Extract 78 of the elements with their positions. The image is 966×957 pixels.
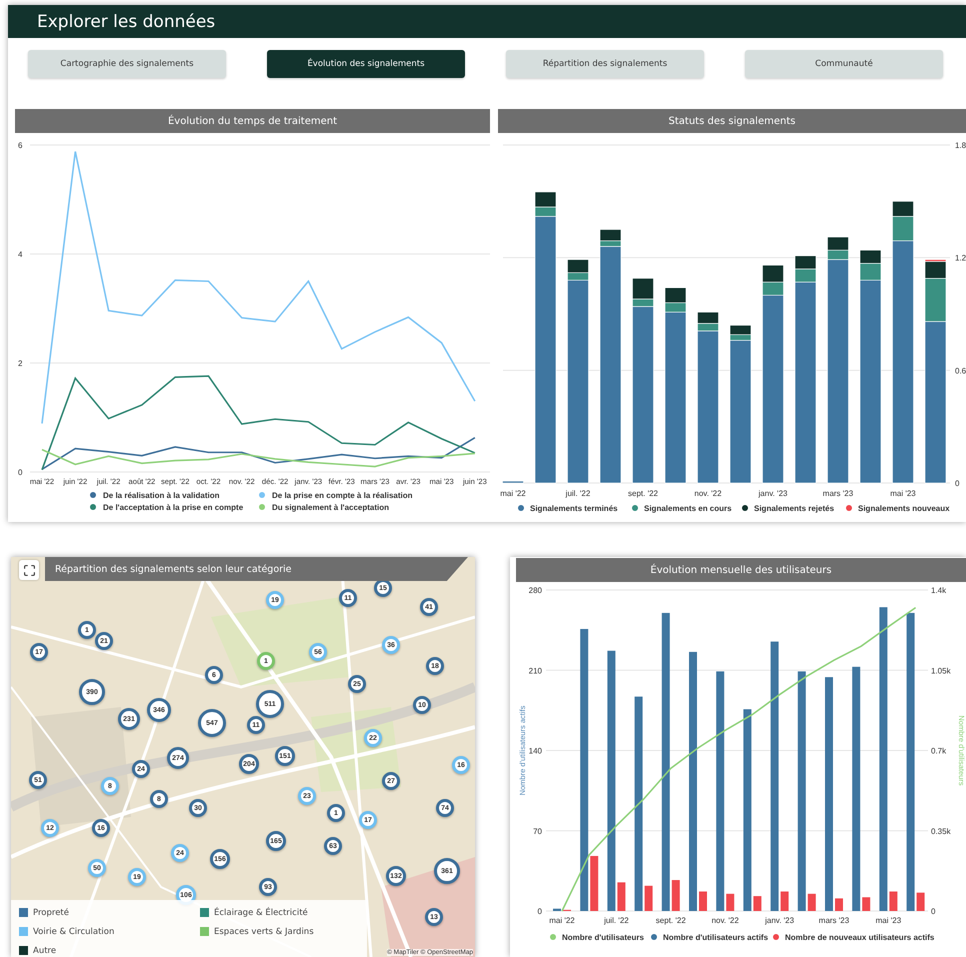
fullscreen-icon	[22, 564, 36, 576]
axis-label: mars '23	[822, 489, 854, 498]
bar	[889, 892, 898, 911]
axis-label: 4	[18, 250, 22, 259]
axis-label: 280	[528, 586, 542, 595]
legend-item[interactable]: Nombre d'utilisateurs	[550, 933, 644, 942]
legend-item[interactable]: De l'acceptation à la prise en compte	[90, 503, 244, 512]
legend-label: Espaces verts & Jardins	[214, 926, 314, 936]
bar-segment	[762, 264, 784, 282]
legend-label: Éclairage & Électricité	[214, 908, 308, 918]
tab[interactable]: Communauté	[745, 50, 943, 78]
axis-label: 0.35k	[931, 826, 951, 836]
bar-segment	[860, 250, 882, 264]
legend-item[interactable]: Nombre d'utilisateurs actifs	[651, 933, 768, 942]
axis-label: sept. '22	[628, 489, 658, 498]
page-title: Explorer les données	[8, 5, 966, 38]
bar	[862, 897, 870, 911]
axis-label: mai '23	[890, 489, 916, 498]
bar-segment	[502, 480, 524, 484]
axis-label: mai '23	[876, 916, 902, 925]
axis-label: 0	[955, 479, 960, 488]
axis-label: juil. '22	[604, 916, 629, 925]
axis-label: 70	[533, 826, 542, 836]
legend-item[interactable]: Signalements en cours	[632, 504, 732, 513]
axis-label: janv. '23	[758, 489, 788, 498]
legend-item[interactable]: Du signalement à l'acceptation	[259, 503, 390, 512]
bar	[617, 882, 626, 911]
axis-label: 140	[528, 746, 542, 756]
axis-label: 0	[931, 907, 936, 916]
legend-item[interactable]: Signalements rejetés	[742, 504, 834, 513]
axis-label: 1.8	[955, 141, 966, 150]
fullscreen-button[interactable]	[19, 560, 39, 580]
bar	[726, 894, 734, 911]
bar	[808, 894, 816, 911]
axis-label: 1.2	[955, 254, 966, 263]
tab[interactable]: Répartition des signalements	[506, 50, 704, 78]
axis-label: 210	[528, 666, 542, 676]
bar	[753, 896, 762, 911]
axis-label: 1.4k	[931, 586, 946, 595]
bar-segment	[794, 255, 816, 270]
bar	[835, 898, 843, 911]
axis-label: 0	[538, 907, 542, 916]
bar	[644, 886, 653, 911]
legend-label: Propreté	[33, 908, 69, 918]
legend-item[interactable]: De la réalisation à la validation	[90, 491, 220, 500]
axis-label: 6	[18, 141, 22, 150]
bar	[699, 892, 707, 911]
axis-label: 2	[18, 359, 22, 368]
tab[interactable]: Cartographie des signalements	[28, 50, 226, 78]
bar	[916, 892, 925, 911]
axis-label: mars '23	[818, 916, 850, 925]
chart-title: Statuts des signalements	[498, 109, 966, 133]
axis-label: 1.05k	[931, 666, 951, 676]
legend-item[interactable]: Nombre de nouveaux utilisateurs actifs	[773, 933, 934, 942]
bar	[590, 856, 598, 911]
legend-item[interactable]: De la prise en compte à la réalisation	[259, 491, 412, 500]
map-title: Répartition des signalements selon leur catégorie	[45, 557, 468, 581]
axis-label: janv. '23	[765, 916, 794, 925]
chart-title: Évolution du temps de traitement	[15, 109, 490, 133]
axis-label: 0.6	[955, 366, 966, 376]
axis-label: 0	[18, 468, 22, 477]
axis-label: sept. '22	[656, 916, 686, 925]
legend-label: Autre	[33, 946, 56, 956]
legend-item[interactable]: Signalements terminés	[518, 504, 618, 513]
bar-segment	[827, 236, 849, 250]
axis-label: nov. '22	[712, 916, 739, 925]
axis-label: mai '22	[549, 916, 575, 925]
bar	[780, 892, 789, 911]
bar	[672, 880, 680, 911]
tab[interactable]: Évolution des signalements	[267, 50, 465, 78]
legend-label: Voirie & Circulation	[33, 926, 114, 936]
axis-label: mai '22	[500, 489, 526, 498]
bar	[553, 908, 561, 911]
legend-item[interactable]: Signalements nouveaux	[846, 504, 950, 513]
axis-label: nov. '22	[694, 489, 722, 498]
axis-label: 0.7k	[931, 746, 946, 756]
axis-label: juil. '22	[566, 489, 590, 498]
chart-title: Évolution mensuelle des utilisateurs	[516, 558, 966, 582]
